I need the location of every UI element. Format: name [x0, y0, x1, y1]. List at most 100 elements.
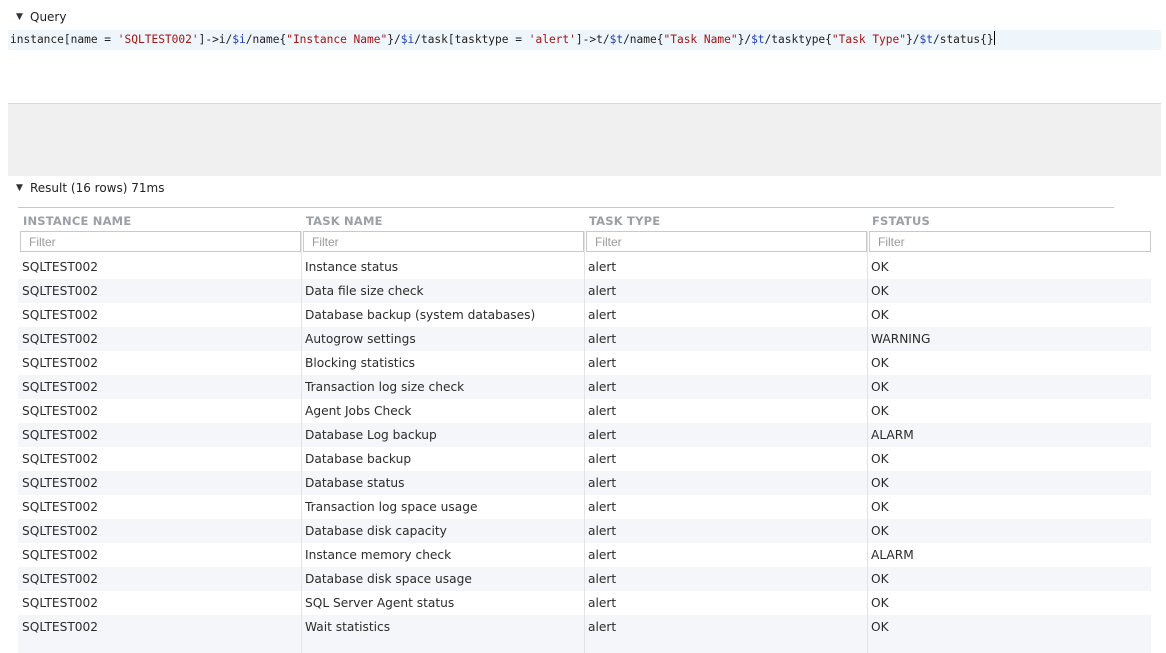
cell-task-name: Database disk capacity [305, 524, 447, 538]
cell-fstatus: OK [871, 260, 889, 274]
cell-task-type: alert [588, 260, 617, 274]
cell-instance-name: SQLTEST002 [22, 308, 99, 322]
cell-instance-name: SQLTEST002 [22, 380, 99, 394]
cell-task-type: alert [588, 524, 617, 538]
column-header-task-type[interactable]: TASK TYPE [589, 211, 660, 231]
cell-instance-name: SQLTEST002 [22, 596, 99, 610]
query-text: }/ [906, 33, 920, 46]
cell-task-name: Database backup [305, 452, 412, 466]
cell-instance-name: SQLTEST002 [22, 332, 99, 346]
cell-instance-name: SQLTEST002 [22, 572, 99, 586]
cell-fstatus: WARNING [871, 332, 931, 346]
filter-input-instance-name[interactable] [20, 231, 301, 252]
query-text: ]->t/ [575, 33, 610, 46]
cell-task-name: Transaction log size check [305, 380, 465, 394]
cell-fstatus: OK [871, 380, 889, 394]
query-text: /name{ [245, 33, 287, 46]
cell-task-name: Transaction log space usage [305, 500, 478, 514]
query-text: /name{ [623, 33, 664, 46]
cell-task-name: Instance status [305, 260, 399, 274]
table-top-divider [18, 207, 1114, 208]
result-table: INSTANCE NAME TASK NAME TASK TYPE FSTATUS SQ… [18, 207, 1151, 653]
cell-fstatus: OK [871, 500, 889, 514]
cell-fstatus: OK [871, 596, 889, 610]
query-string-literal: 'alert' [528, 33, 576, 46]
cell-task-name: Data file size check [305, 284, 424, 298]
cell-task-type: alert [588, 572, 617, 586]
query-text: /tasktype{ [764, 33, 832, 46]
cell-instance-name: SQLTEST002 [22, 452, 99, 466]
cell-fstatus: OK [871, 620, 889, 634]
query-editor[interactable]: instance[name = 'SQLTEST002']->i/$i/name… [8, 30, 1161, 102]
cell-instance-name: SQLTEST002 [22, 548, 99, 562]
cell-task-name: Instance memory check [305, 548, 452, 562]
query-text: }/ [737, 33, 752, 46]
filter-input-task-name[interactable] [303, 231, 584, 252]
cell-task-type: alert [588, 428, 617, 442]
cell-fstatus: ALARM [871, 548, 914, 562]
query-label: Query [30, 10, 67, 24]
query-string-literal: "Task Name" [663, 33, 738, 46]
cell-fstatus: OK [871, 452, 889, 466]
cell-task-name: Wait statistics [305, 620, 391, 634]
cell-task-type: alert [588, 332, 617, 346]
result-section-header[interactable]: ▼ Result (16 rows) 71ms [0, 179, 1160, 197]
cell-fstatus: OK [871, 524, 889, 538]
column-separator[interactable] [301, 231, 302, 653]
query-variable: $t [751, 33, 765, 46]
query-variable: $t [919, 33, 933, 46]
cell-task-name: Blocking statistics [305, 356, 416, 370]
cell-task-type: alert [588, 620, 617, 634]
cell-task-name: Agent Jobs Check [305, 404, 412, 418]
column-header-task-name[interactable]: TASK NAME [306, 211, 383, 231]
cell-instance-name: SQLTEST002 [22, 260, 99, 274]
cell-task-name: Autogrow settings [305, 332, 416, 346]
cell-task-type: alert [588, 452, 617, 466]
cell-task-type: alert [588, 380, 617, 394]
cell-task-type: alert [588, 404, 617, 418]
cell-task-type: alert [588, 500, 617, 514]
cell-task-type: alert [588, 548, 617, 562]
query-string-literal: "Instance Name" [286, 33, 388, 46]
query-variable: $i [400, 33, 415, 46]
query-line[interactable]: instance[name = 'SQLTEST002']->i/$i/name… [8, 30, 1161, 50]
column-separator[interactable] [584, 231, 585, 653]
cell-instance-name: SQLTEST002 [22, 356, 99, 370]
query-text: /task[tasktype = [414, 33, 529, 46]
text-cursor [993, 31, 995, 45]
cell-instance-name: SQLTEST002 [22, 500, 99, 514]
cell-task-name: Database status [305, 476, 405, 490]
query-text: ]->i/ [198, 33, 233, 46]
cell-task-name: Database backup (system databases) [305, 308, 536, 322]
result-label: Result (16 rows) 71ms [30, 181, 165, 195]
cell-task-name: Database Log backup [305, 428, 437, 442]
caret-down-icon[interactable]: ▼ [0, 183, 30, 193]
caret-down-icon[interactable]: ▼ [0, 12, 30, 22]
query-section-header[interactable]: ▼ Query [0, 8, 1160, 26]
cell-task-name: SQL Server Agent status [305, 596, 455, 610]
query-text: instance[name = [10, 33, 118, 46]
query-string-literal: "Task Type" [831, 33, 906, 46]
cell-task-type: alert [588, 356, 617, 370]
cell-fstatus: OK [871, 572, 889, 586]
query-text: }/ [387, 33, 401, 46]
cell-fstatus: OK [871, 404, 889, 418]
cell-instance-name: SQLTEST002 [22, 284, 99, 298]
cell-task-name: Database disk space usage [305, 572, 472, 586]
query-variable: $i [232, 33, 246, 46]
cell-task-type: alert [588, 596, 617, 610]
filter-input-fstatus[interactable] [869, 231, 1151, 252]
query-variable: $t [609, 33, 624, 46]
column-header-instance-name[interactable]: INSTANCE NAME [23, 211, 131, 231]
filter-input-task-type[interactable] [586, 231, 867, 252]
cell-fstatus: OK [871, 284, 889, 298]
column-header-fstatus[interactable]: FSTATUS [872, 211, 930, 231]
cell-instance-name: SQLTEST002 [22, 524, 99, 538]
cell-instance-name: SQLTEST002 [22, 476, 99, 490]
query-string-literal: 'SQLTEST002' [117, 33, 199, 46]
cell-instance-name: SQLTEST002 [22, 620, 99, 634]
cell-instance-name: SQLTEST002 [22, 428, 99, 442]
column-separator[interactable] [867, 231, 868, 653]
cell-fstatus: OK [871, 356, 889, 370]
cell-task-type: alert [588, 476, 617, 490]
